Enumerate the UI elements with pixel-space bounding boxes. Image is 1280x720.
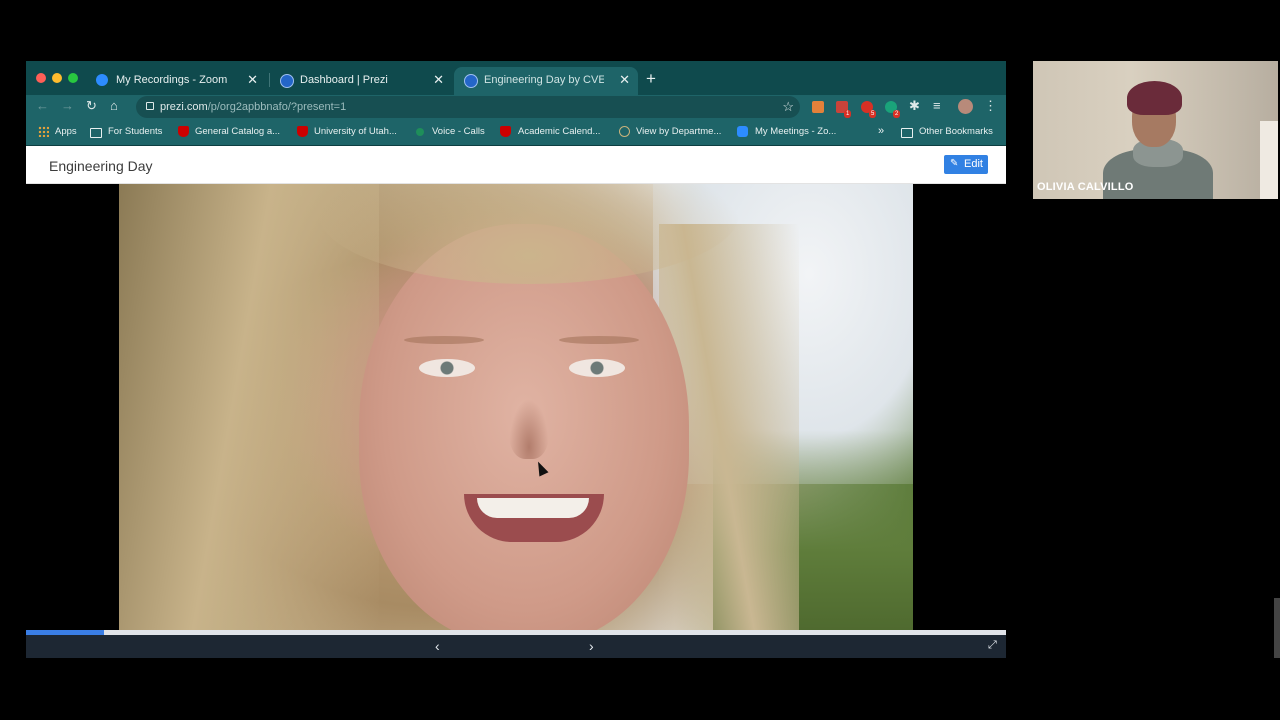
prezi-header: Engineering Day ✎ Edit xyxy=(26,146,1006,184)
bookmark-for-students[interactable]: For Students xyxy=(108,126,162,137)
close-tab-icon[interactable]: ✕ xyxy=(433,72,444,88)
extension-badge: 2 xyxy=(893,110,901,118)
presentation-controls: ‹ › ⤢ xyxy=(26,635,1006,658)
zoom-icon xyxy=(737,126,748,137)
presentation-stage[interactable] xyxy=(26,184,1006,630)
slide-photo xyxy=(119,184,913,630)
bookmark-star-icon[interactable]: ☆ xyxy=(782,99,794,115)
zoom-icon xyxy=(96,74,108,86)
bookmark-view-by-department[interactable]: View by Departme... xyxy=(636,126,721,137)
address-bar[interactable]: prezi.com/p/org2apbbnafo/?present=1 ☆ xyxy=(136,96,800,118)
tab-title: Dashboard | Prezi xyxy=(300,74,388,86)
bookmarks-overflow-button[interactable]: » xyxy=(878,125,884,137)
reload-icon[interactable]: ↻ xyxy=(86,98,97,114)
close-tab-icon[interactable]: ✕ xyxy=(619,72,630,88)
previous-slide-icon[interactable]: ‹ xyxy=(435,638,440,654)
photo-teeth xyxy=(477,498,589,518)
extension-rss-icon[interactable] xyxy=(812,101,824,113)
screen-edge-artifact xyxy=(1274,598,1280,658)
browser-window: My Recordings - Zoom ✕ Dashboard | Prezi… xyxy=(26,61,1006,658)
close-tab-icon[interactable]: ✕ xyxy=(247,72,258,88)
close-window-button[interactable] xyxy=(36,73,46,83)
tab-title: Engineering Day by CVEEN xyxy=(484,74,604,86)
url-path: /p/org2apbbnafo/?present=1 xyxy=(207,101,347,113)
photo-face xyxy=(359,224,689,630)
tab-title: My Recordings - Zoom xyxy=(116,74,228,86)
home-icon[interactable]: ⌂ xyxy=(110,98,118,113)
tab-dashboard-prezi[interactable]: Dashboard | Prezi ✕ xyxy=(270,67,452,95)
presentation-title: Engineering Day xyxy=(49,158,153,174)
zoom-window-button[interactable] xyxy=(68,73,78,83)
photo-brow xyxy=(404,336,484,344)
bookmark-voice-calls[interactable]: Voice - Calls xyxy=(432,126,485,137)
photo-hair-left xyxy=(119,184,379,630)
participant-background-door xyxy=(1260,121,1278,199)
url-text[interactable]: prezi.com/p/org2apbbnafo/?present=1 xyxy=(160,101,346,113)
prezi-icon xyxy=(280,74,294,88)
folder-icon xyxy=(901,128,913,138)
participant-name: OLIVIA CALVILLO xyxy=(1037,181,1134,193)
photo-eye xyxy=(569,359,625,377)
lock-icon xyxy=(146,102,154,110)
globe-icon xyxy=(619,126,630,137)
forward-icon[interactable]: → xyxy=(61,98,74,113)
edit-button-label: Edit xyxy=(964,158,983,170)
bookmarks-bar: Apps For Students General Catalog a... U… xyxy=(26,119,1006,146)
browser-toolbar: ← → ↻ ⌂ prezi.com/p/org2apbbnafo/?presen… xyxy=(26,95,1006,119)
bookmark-apps[interactable]: Apps xyxy=(55,126,77,137)
browser-menu-icon[interactable]: ⋮ xyxy=(984,98,997,114)
next-slide-icon[interactable]: › xyxy=(589,638,594,654)
voice-icon xyxy=(416,128,424,136)
photo-brow xyxy=(559,336,639,344)
tab-my-recordings[interactable]: My Recordings - Zoom ✕ xyxy=(86,67,266,95)
minimize-window-button[interactable] xyxy=(52,73,62,83)
pencil-icon: ✎ xyxy=(950,158,959,169)
bookmark-academic-calendar[interactable]: Academic Calend... xyxy=(518,126,600,137)
prezi-icon xyxy=(464,74,478,88)
folder-icon xyxy=(90,128,102,138)
extension-badge: 1 xyxy=(844,110,852,118)
back-icon[interactable]: ← xyxy=(36,98,49,113)
edit-button[interactable]: ✎ Edit xyxy=(944,155,988,174)
media-queue-icon[interactable]: ≡ xyxy=(933,98,941,113)
bookmark-other-bookmarks[interactable]: Other Bookmarks xyxy=(919,126,993,137)
fullscreen-icon[interactable]: ⤢ xyxy=(988,639,997,652)
extension-badge: 5 xyxy=(869,110,877,118)
bookmark-my-meetings[interactable]: My Meetings - Zo... xyxy=(755,126,836,137)
tab-strip: My Recordings - Zoom ✕ Dashboard | Prezi… xyxy=(26,61,1006,95)
photo-nose xyxy=(509,399,549,459)
bookmark-university-of-utah[interactable]: University of Utah... xyxy=(314,126,397,137)
apps-grid-icon xyxy=(38,126,49,137)
university-u-icon xyxy=(178,126,189,137)
university-u-icon xyxy=(500,126,511,137)
photo-eye xyxy=(419,359,475,377)
new-tab-icon[interactable]: + xyxy=(646,69,656,89)
university-u-icon xyxy=(297,126,308,137)
url-host: prezi.com xyxy=(160,101,208,113)
tab-engineering-day[interactable]: Engineering Day by CVEEN ✕ xyxy=(454,67,638,95)
extensions-puzzle-icon[interactable]: ✱ xyxy=(909,98,920,114)
bookmark-general-catalog[interactable]: General Catalog a... xyxy=(195,126,280,137)
profile-avatar[interactable] xyxy=(958,99,973,114)
participant-video-tile[interactable]: OLIVIA CALVILLO xyxy=(1033,61,1278,199)
participant-beanie xyxy=(1127,81,1182,115)
